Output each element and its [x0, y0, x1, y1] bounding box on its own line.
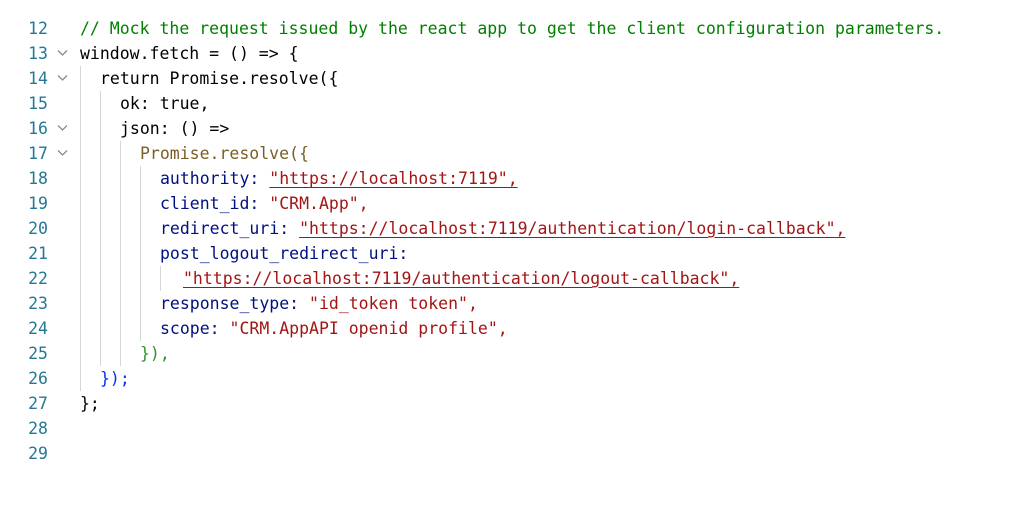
- indent-guide: [100, 266, 101, 291]
- code-line-17[interactable]: 17 json: () =>: [0, 116, 1025, 163]
- code-text: window.fetch = () => {: [80, 44, 299, 63]
- string-value: "https://localhost:7119/authentication/l…: [299, 219, 846, 238]
- chevron-down-icon[interactable]: [54, 41, 72, 66]
- indent-guide: [120, 241, 121, 266]
- indent-guide: [140, 291, 141, 316]
- code-text: });: [100, 369, 130, 388]
- indent-guide: [120, 141, 121, 166]
- indent-guide: [100, 316, 101, 341]
- indent-guide: [140, 316, 141, 341]
- indent-guide: [100, 91, 101, 116]
- object-key: authority:: [160, 169, 270, 188]
- string-value: "https://localhost:7119",: [269, 169, 518, 188]
- code-line-28[interactable]: 28 };: [0, 391, 1025, 438]
- code-line-15[interactable]: 15 return Promise.resolve({: [0, 66, 1025, 113]
- indent-guide: [80, 191, 81, 216]
- indent-guide: [100, 216, 101, 241]
- indent-guide: [80, 166, 81, 191]
- indent-guide: [120, 166, 121, 191]
- code-comment: // Mock the request issued by the react …: [80, 19, 945, 38]
- string-value: "CRM.AppAPI openid profile",: [229, 319, 508, 338]
- chevron-down-icon[interactable]: [54, 141, 72, 166]
- code-line-16[interactable]: 16 ok: true,: [0, 91, 1025, 138]
- code-line-20[interactable]: 20 client_id: "CRM.App",: [0, 191, 1025, 238]
- indent-guide: [140, 266, 141, 291]
- indent-guide: [100, 141, 101, 166]
- indent-guide: [120, 291, 121, 316]
- object-key: client_id:: [160, 194, 270, 213]
- indent-guide: [120, 316, 121, 341]
- indent-guide: [140, 241, 141, 266]
- code-line-24[interactable]: 24 response_type: "id_token token",: [0, 291, 1025, 338]
- code-line-14[interactable]: 14 window.fetch = () => {: [0, 41, 1025, 88]
- indent-guide: [80, 291, 81, 316]
- indent-guide: [80, 241, 81, 266]
- code-text: ok: true,: [120, 94, 210, 113]
- line-number: 29: [28, 444, 48, 463]
- code-line-18[interactable]: 18 Promise.resolve({: [0, 141, 1025, 188]
- string-value: "https://localhost:7119/authentication/l…: [183, 269, 740, 288]
- code-line-22[interactable]: 22 post_logout_redirect_uri:: [0, 241, 1025, 288]
- indent-guide: [80, 341, 81, 366]
- code-text: return Promise.resolve({: [100, 69, 339, 88]
- indent-guide: [80, 266, 81, 291]
- object-key: response_type:: [160, 294, 310, 313]
- code-text: client_id: "CRM.App",: [160, 191, 369, 216]
- code-line-23[interactable]: 23 "https://localhost:7119/authenticatio…: [0, 266, 1025, 313]
- indent-guide: [80, 216, 81, 241]
- code-line-12[interactable]: 12: [0, 0, 1025, 38]
- indent-guide: [80, 141, 81, 166]
- code-text: redirect_uri: "https://localhost:7119/au…: [160, 216, 845, 241]
- code-line-21[interactable]: 21 redirect_uri: "https://localhost:7119…: [0, 216, 1025, 263]
- indent-guide: [100, 166, 101, 191]
- indent-guide: [120, 216, 121, 241]
- indent-guide: [100, 241, 101, 266]
- indent-guide: [100, 191, 101, 216]
- indent-guide: [80, 91, 81, 116]
- code-line-27[interactable]: 27 });: [0, 366, 1025, 413]
- code-line-19[interactable]: 19 authority: "https://localhost:7119",: [0, 166, 1025, 213]
- code-editor[interactable]: 12 13 // Mock the request issued by the …: [0, 0, 1025, 463]
- indent-guide: [140, 166, 141, 191]
- indent-guide: [160, 266, 161, 291]
- string-value: "CRM.App",: [269, 194, 369, 213]
- indent-guide: [80, 116, 81, 141]
- indent-guide: [80, 316, 81, 341]
- indent-guide: [80, 366, 81, 391]
- chevron-down-icon[interactable]: [54, 66, 72, 91]
- code-text: response_type: "id_token token",: [160, 291, 478, 316]
- code-text: scope: "CRM.AppAPI openid profile",: [160, 316, 508, 341]
- object-key: redirect_uri:: [160, 219, 300, 238]
- code-text: Promise.resolve({: [140, 144, 309, 163]
- object-key: post_logout_redirect_uri:: [160, 244, 409, 263]
- indent-guide: [100, 291, 101, 316]
- code-line-25[interactable]: 25 scope: "CRM.AppAPI openid profile",: [0, 316, 1025, 363]
- indent-guide: [100, 116, 101, 141]
- indent-guide: [100, 341, 101, 366]
- code-text: authority: "https://localhost:7119",: [160, 166, 518, 191]
- string-value: "id_token token",: [309, 294, 478, 313]
- code-line-26[interactable]: 26 }),: [0, 341, 1025, 388]
- indent-guide: [120, 266, 121, 291]
- indent-guide: [140, 216, 141, 241]
- indent-guide: [120, 191, 121, 216]
- indent-guide: [80, 66, 81, 91]
- indent-guide: [120, 341, 121, 366]
- indent-guide: [140, 191, 141, 216]
- object-key: scope:: [160, 319, 230, 338]
- code-text: }),: [140, 344, 170, 363]
- code-line-29[interactable]: 29: [0, 416, 1025, 463]
- code-text: json: () =>: [120, 119, 230, 138]
- code-text: };: [80, 394, 100, 413]
- chevron-down-icon[interactable]: [54, 116, 72, 141]
- code-line-13[interactable]: 13 // Mock the request issued by the rea…: [0, 16, 1025, 63]
